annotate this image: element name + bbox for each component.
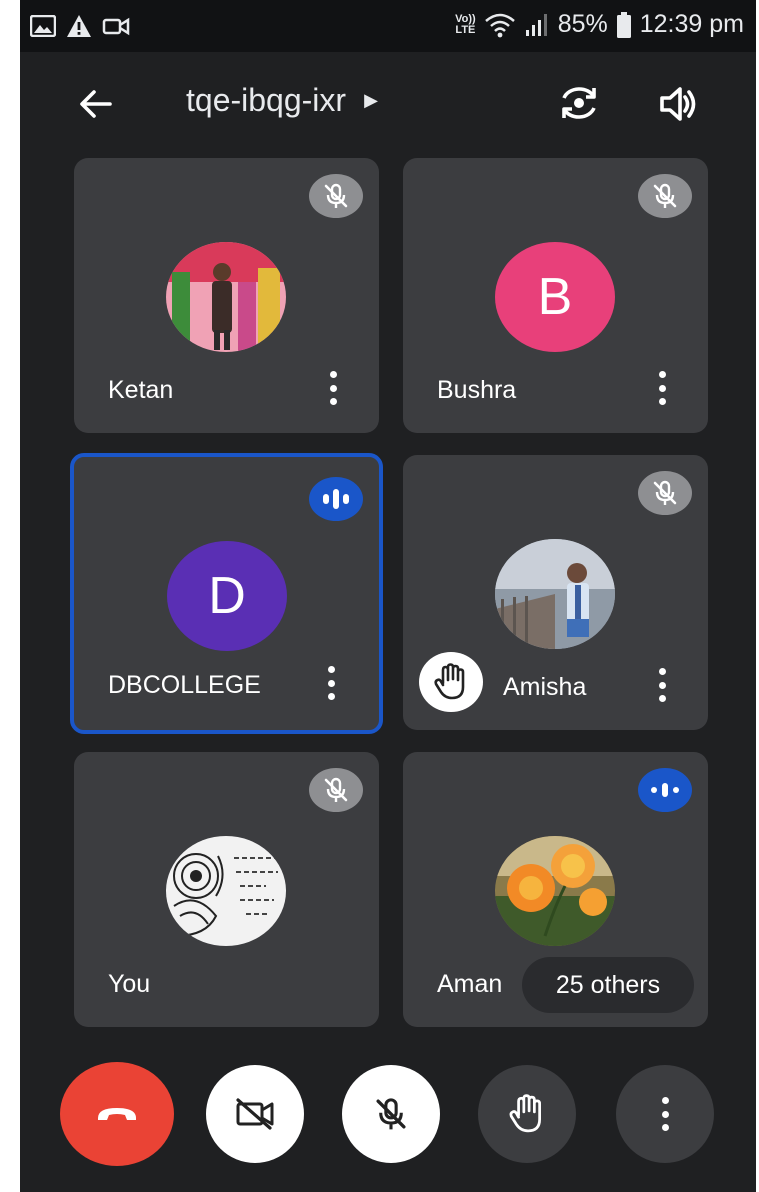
end-call-icon [98, 1108, 136, 1120]
gallery-icon [30, 15, 56, 37]
mic-off-icon [324, 183, 348, 208]
audio-output-button[interactable] [656, 82, 700, 126]
call-header: tqe-ibqg-ixr ▶ [20, 52, 756, 152]
more-icon [659, 1097, 671, 1131]
raise-hand-icon [434, 663, 465, 700]
meeting-title[interactable]: tqe-ibqg-ixr ▶ [186, 82, 378, 119]
more-options-icon[interactable] [656, 668, 668, 702]
participant-tile-you[interactable]: You [74, 752, 379, 1027]
avatar [166, 836, 286, 946]
warning-icon [67, 15, 91, 37]
participant-tile-aman[interactable]: Aman 25 others [403, 752, 708, 1027]
participant-name: You [108, 970, 151, 998]
volte-indicator: Vo)) LTE [455, 12, 476, 36]
back-button[interactable] [76, 84, 116, 124]
meeting-code: tqe-ibqg-ixr [186, 82, 347, 118]
raise-hand-button[interactable] [478, 1065, 576, 1163]
mic-off-icon [376, 1098, 406, 1130]
battery-icon [616, 11, 631, 38]
avatar [495, 836, 615, 946]
profile-photo [166, 836, 286, 946]
avatar [495, 539, 615, 649]
avatar: B [495, 242, 615, 352]
avatar: D [167, 541, 287, 651]
camera-off-icon [236, 1098, 274, 1130]
more-options-button[interactable] [616, 1065, 714, 1163]
more-options-icon[interactable] [656, 371, 668, 405]
more-options-icon[interactable] [327, 371, 339, 405]
participant-name: DBCOLLEGE [108, 671, 261, 699]
arrow-back-icon [80, 90, 112, 118]
camera-toggle-button[interactable] [206, 1065, 304, 1163]
mic-muted-badge [309, 768, 363, 812]
participant-name: Aman [437, 970, 503, 998]
caret-right-icon: ▶ [364, 90, 378, 110]
more-options-icon[interactable] [325, 666, 337, 700]
meet-call-screen: Vo)) LTE 85% 12:39 pm tqe-ibqg-ixr ▶ Ket… [20, 0, 756, 1192]
participant-name: Ketan [108, 376, 174, 404]
volte-label: Vo)) [455, 12, 476, 25]
lte-label: LTE [455, 23, 476, 36]
mic-off-icon [324, 777, 348, 802]
participant-tile-amisha[interactable]: Amisha [403, 455, 708, 730]
mic-muted-badge [638, 471, 692, 515]
video-camera-icon [102, 17, 130, 36]
speaker-icon [660, 87, 696, 121]
wifi-icon [484, 13, 515, 37]
raise-hand-icon [509, 1094, 541, 1133]
mic-muted-badge [309, 174, 363, 218]
mic-muted-badge [638, 174, 692, 218]
mic-off-icon [653, 183, 677, 208]
hand-raised-badge [419, 652, 483, 712]
end-call-button[interactable] [60, 1062, 174, 1166]
participant-tile-ketan[interactable]: Ketan [74, 158, 379, 433]
avatar [166, 242, 286, 352]
profile-photo [495, 836, 615, 946]
speaking-indicator [309, 477, 363, 521]
others-count-button[interactable]: 25 others [522, 957, 694, 1013]
participant-tile-dbcollege[interactable]: D DBCOLLEGE [70, 453, 383, 734]
switch-camera-button[interactable] [556, 80, 602, 126]
profile-photo [166, 242, 286, 352]
signal-icon [525, 13, 547, 36]
microphone-toggle-button[interactable] [342, 1065, 440, 1163]
participant-name: Bushra [437, 376, 517, 404]
mic-off-icon [653, 480, 677, 505]
status-bar: Vo)) LTE 85% 12:39 pm [20, 0, 756, 52]
switch-camera-icon [562, 87, 596, 119]
participant-name: Amisha [503, 673, 587, 701]
profile-photo [495, 539, 615, 649]
speaking-indicator [638, 768, 692, 812]
participant-tile-bushra[interactable]: B Bushra [403, 158, 708, 433]
battery-percent: 85% [557, 10, 608, 38]
clock: 12:39 pm [639, 10, 744, 38]
